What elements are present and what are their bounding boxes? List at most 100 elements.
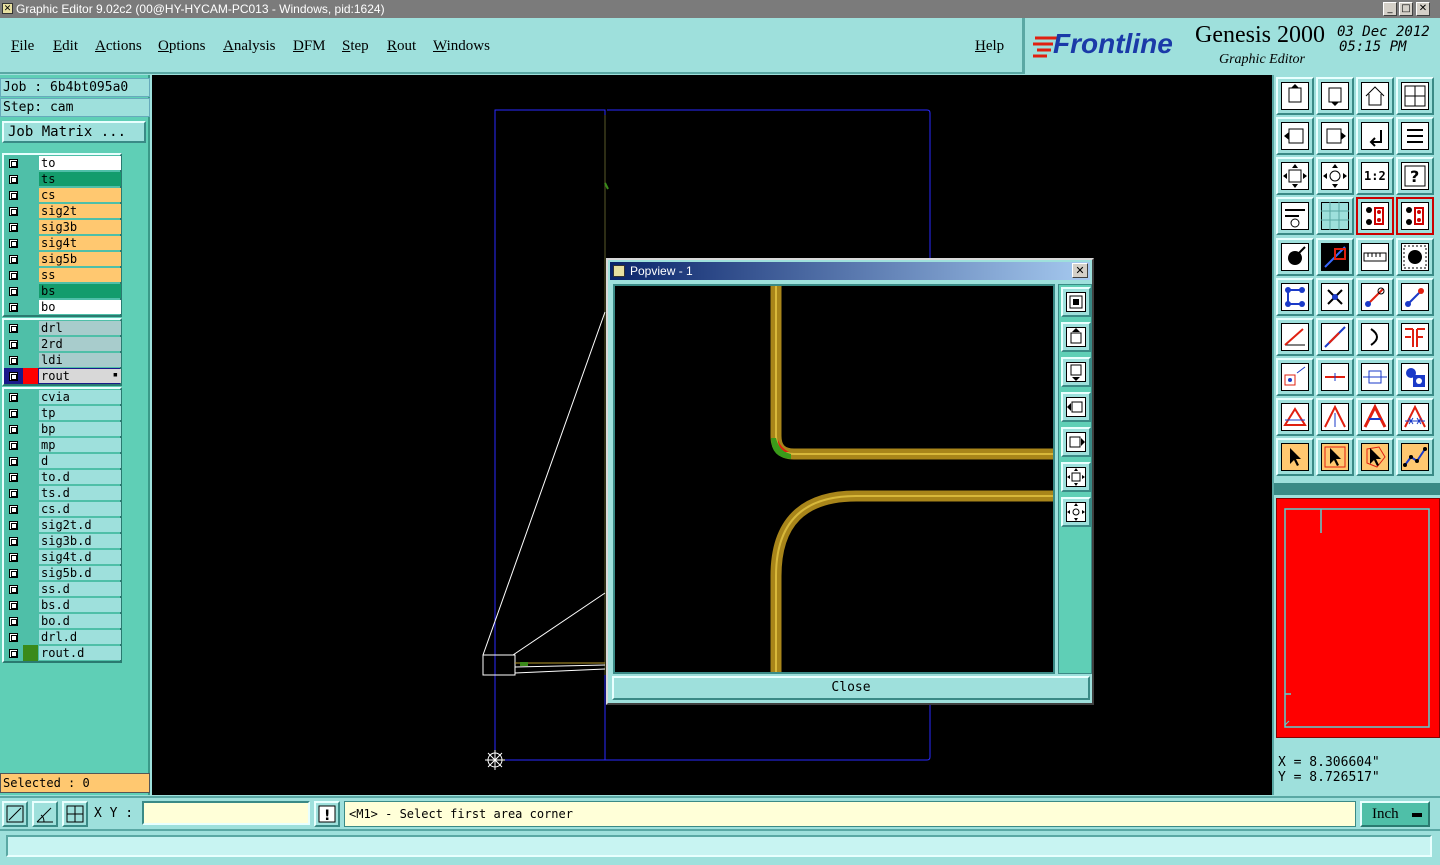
layer-checkbox[interactable] — [9, 585, 18, 594]
layer-row[interactable]: sig5b.d — [4, 565, 121, 581]
layer-name[interactable]: sig2t.d — [39, 518, 121, 532]
overview-map[interactable] — [1276, 498, 1440, 738]
layer-row[interactable]: sig4t.d — [4, 549, 121, 565]
layer-row[interactable]: bo.d — [4, 613, 121, 629]
layer-name[interactable]: cvia — [39, 390, 121, 404]
layer-color-swatch[interactable] — [23, 320, 38, 336]
triangle-cross-icon[interactable] — [1396, 398, 1434, 436]
layer-row[interactable]: d — [4, 453, 121, 469]
stretch-icon[interactable] — [1356, 358, 1394, 396]
layer-name[interactable]: drl — [39, 321, 121, 335]
grid-icon[interactable] — [1316, 197, 1354, 235]
layer-color-swatch[interactable] — [23, 171, 38, 187]
zoom-fit-icon[interactable] — [1276, 157, 1314, 195]
layer-row[interactable]: mp — [4, 437, 121, 453]
popview-fit-icon[interactable] — [1061, 462, 1091, 492]
layer-row[interactable]: tp — [4, 405, 121, 421]
layer-row[interactable]: bs.d — [4, 597, 121, 613]
layer-checkbox[interactable] — [9, 175, 18, 184]
layer-row[interactable]: drl — [4, 320, 121, 336]
layer-checkbox[interactable] — [9, 372, 18, 381]
layer-row[interactable]: sig4t — [4, 235, 121, 251]
layer-checkbox[interactable] — [9, 649, 18, 658]
layer-checkbox[interactable] — [9, 457, 18, 466]
layer-name[interactable]: bs.d — [39, 598, 121, 612]
layer-row[interactable]: cs.d — [4, 501, 121, 517]
layer-checkbox[interactable] — [9, 425, 18, 434]
layer-name[interactable]: ts.d — [39, 486, 121, 500]
layer-row[interactable]: ldi — [4, 352, 121, 368]
add-line-icon[interactable] — [1316, 238, 1354, 276]
layer-name[interactable]: drl.d — [39, 630, 121, 644]
layer-name[interactable]: sig4t — [39, 236, 121, 250]
layer-color-swatch[interactable] — [23, 437, 38, 453]
menu-edit[interactable]: Edit — [53, 38, 78, 55]
layer-row[interactable]: sig2t — [4, 203, 121, 219]
layer-name[interactable]: sig5b.d — [39, 566, 121, 580]
layer-color-swatch[interactable] — [23, 453, 38, 469]
layer-checkbox[interactable] — [9, 159, 18, 168]
mirror-icon[interactable] — [1396, 318, 1434, 356]
layer-color-swatch[interactable] — [23, 283, 38, 299]
pan-up-icon[interactable] — [1276, 77, 1314, 115]
layer-row[interactable]: sig5b — [4, 251, 121, 267]
layer-name[interactable]: to.d — [39, 470, 121, 484]
popview-center-icon[interactable] — [1061, 497, 1091, 527]
snap-toggle-icon[interactable] — [1356, 197, 1394, 235]
layer-checkbox[interactable] — [9, 617, 18, 626]
menu-options[interactable]: Options — [158, 38, 206, 55]
maximize-button[interactable]: □ — [1399, 2, 1413, 16]
layer-checkbox[interactable] — [9, 324, 18, 333]
job-matrix-button[interactable]: Job Matrix ... — [2, 121, 146, 143]
pointer-shape-icon[interactable] — [1356, 438, 1394, 476]
layer-checkbox[interactable] — [9, 553, 18, 562]
layer-color-swatch[interactable] — [23, 549, 38, 565]
popview-pan-up-icon[interactable] — [1061, 322, 1091, 352]
menu-analysis[interactable]: Analysis — [223, 38, 276, 55]
popview-close-button[interactable]: Close — [612, 676, 1090, 700]
layer-color-swatch[interactable] — [23, 421, 38, 437]
measure-angle-icon[interactable] — [32, 801, 58, 827]
triangle-outline-icon[interactable] — [1276, 398, 1314, 436]
layer-checkbox[interactable] — [9, 255, 18, 264]
undo-view-icon[interactable] — [1356, 117, 1394, 155]
add-pad-icon[interactable] — [1276, 238, 1314, 276]
layer-color-swatch[interactable] — [23, 299, 38, 315]
snap-mode-icon[interactable] — [1396, 197, 1434, 235]
popview-close-icon[interactable]: ✕ — [1072, 263, 1088, 278]
layer-name[interactable]: rout.d — [39, 646, 121, 660]
layer-row[interactable]: sig3b — [4, 219, 121, 235]
layer-color-swatch[interactable] — [23, 613, 38, 629]
pointer-select-icon[interactable] — [1276, 438, 1314, 476]
layer-color-swatch[interactable] — [23, 405, 38, 421]
layer-name[interactable]: to — [39, 156, 121, 170]
layer-row[interactable]: to — [4, 155, 121, 171]
layer-checkbox[interactable] — [9, 271, 18, 280]
layer-checkbox[interactable] — [9, 569, 18, 578]
layer-color-swatch[interactable] — [23, 597, 38, 613]
triangle-split-icon[interactable] — [1316, 398, 1354, 436]
layer-name[interactable]: sig5b — [39, 252, 121, 266]
popview-titlebar[interactable]: Popview - 1 ✕ — [610, 262, 1090, 280]
layer-row[interactable]: drl.d — [4, 629, 121, 645]
grid-snap-icon[interactable] — [62, 801, 88, 827]
layer-name[interactable]: bs — [39, 284, 121, 298]
layer-checkbox[interactable] — [9, 191, 18, 200]
layer-name[interactable]: ss — [39, 268, 121, 282]
layer-checkbox[interactable] — [9, 441, 18, 450]
layer-name[interactable]: bp — [39, 422, 121, 436]
layer-color-swatch[interactable] — [23, 336, 38, 352]
layer-color-swatch[interactable] — [23, 629, 38, 645]
layer-row[interactable]: ss.d — [4, 581, 121, 597]
layer-name[interactable]: cs — [39, 188, 121, 202]
layer-row[interactable]: sig3b.d — [4, 533, 121, 549]
layer-color-swatch[interactable] — [23, 485, 38, 501]
layer-row[interactable]: bo — [4, 299, 121, 315]
layer-row[interactable]: bp — [4, 421, 121, 437]
layer-checkbox[interactable] — [9, 537, 18, 546]
layer-color-swatch[interactable] — [23, 389, 38, 405]
popview-pan-down-icon[interactable] — [1061, 357, 1091, 387]
layer-color-swatch[interactable] — [23, 235, 38, 251]
layer-checkbox[interactable] — [9, 393, 18, 402]
close-window-button[interactable]: ✕ — [1416, 2, 1430, 16]
